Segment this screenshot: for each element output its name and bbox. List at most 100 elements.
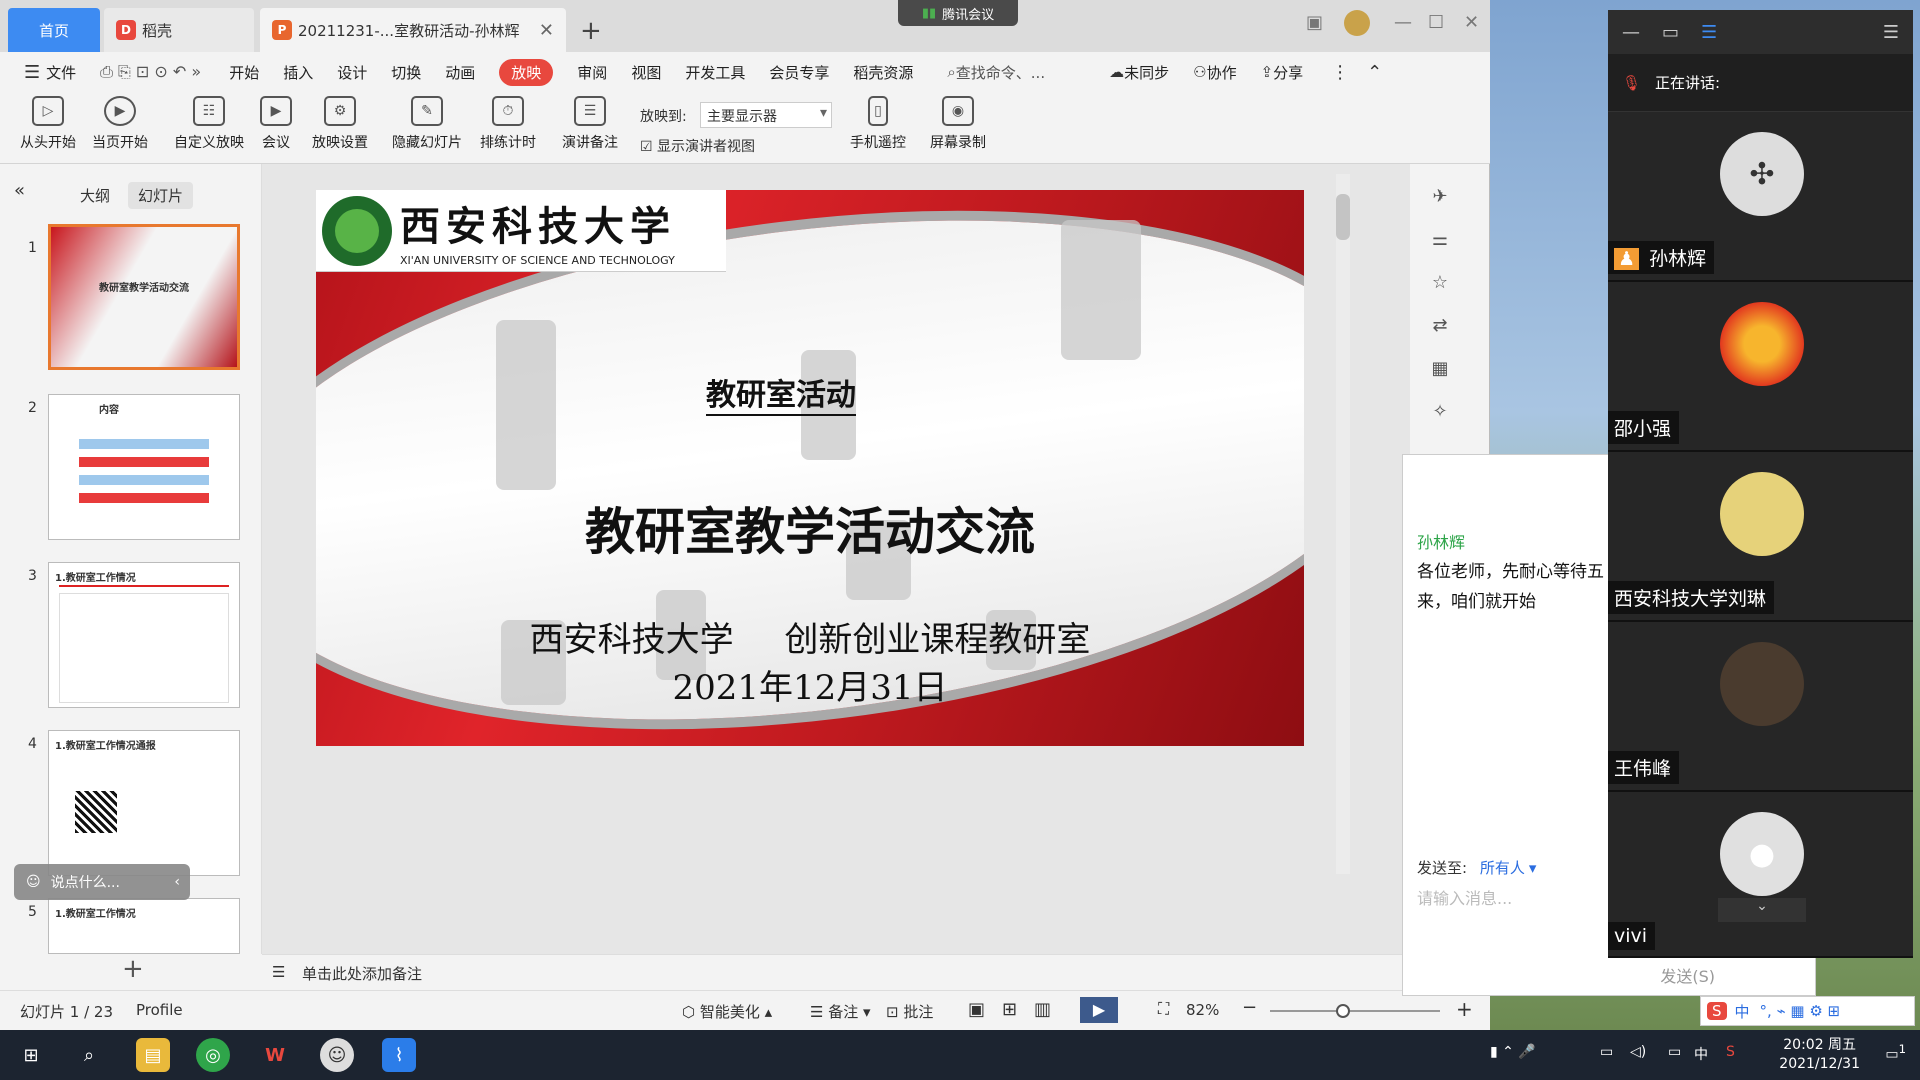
file-explorer-icon[interactable]: ▤ (136, 1038, 170, 1072)
image-icon[interactable]: ▦ (1410, 358, 1470, 379)
hamburger-icon[interactable]: ☰ (24, 62, 40, 83)
show-settings-button[interactable]: ⚙ 放映设置 (312, 96, 368, 152)
chat-input[interactable]: 请输入消息... (1417, 885, 1512, 909)
menu-icon[interactable]: ☰ (1883, 22, 1899, 43)
menu-animation[interactable]: 动画 (445, 62, 475, 83)
menu-design[interactable]: 设计 (337, 62, 367, 83)
menu-start[interactable]: 开始 (229, 62, 259, 83)
ime-toolbar[interactable]: S 中 °, ⌁ ▦ ⚙ ⊞ (1700, 996, 1915, 1026)
thumbnail-slide-2[interactable]: 内容 (48, 394, 240, 540)
star-icon[interactable]: ☆ (1410, 272, 1470, 293)
volume-icon[interactable]: ◁) (1630, 1044, 1646, 1060)
thumbnail-slide-3[interactable]: 1.教研室工作情况 (48, 562, 240, 708)
tab-home[interactable]: 首页 (8, 8, 100, 52)
close-tab-icon[interactable]: ✕ (539, 20, 554, 41)
window-icon[interactable]: ▭ (1662, 22, 1679, 43)
fit-window-icon[interactable]: ⛶ (1158, 999, 1169, 1019)
profile-label[interactable]: Profile (136, 1001, 183, 1019)
meeting-button[interactable]: ▶ 会议 (260, 96, 292, 152)
rocket-icon[interactable]: ✈ (1410, 186, 1470, 207)
menu-view[interactable]: 视图 (631, 62, 661, 83)
compass-icon[interactable]: ✧ (1410, 401, 1470, 422)
tab-outline[interactable]: 大纲 (80, 185, 110, 206)
notes-bar[interactable]: ☰ 单击此处添加备注 (262, 954, 1410, 990)
scroll-down-icon[interactable]: ⌄ (1718, 898, 1806, 922)
share-button[interactable]: 分享 (1273, 62, 1303, 83)
vertical-scrollbar[interactable] (1336, 174, 1350, 874)
thumbnail-slide-1[interactable]: 教研室教学活动交流 (48, 224, 240, 370)
screen-record-button[interactable]: ◉ 屏幕录制 (930, 96, 986, 152)
display-select[interactable]: 主要显示器 (700, 102, 832, 128)
speaker-notes-button[interactable]: ☰ 演讲备注 (562, 96, 618, 152)
menu-daoke-resources[interactable]: 稻壳资源 (853, 62, 913, 83)
transition-icon[interactable]: ⇄ (1410, 315, 1470, 336)
tab-document[interactable]: P 20211231-...室教研活动-孙林辉 ✕ (260, 8, 566, 52)
windows-start-icon[interactable]: ⊞ (14, 1038, 48, 1072)
custom-show-button[interactable]: ☷ 自定义放映 (174, 96, 244, 152)
menu-slideshow[interactable]: 放映 (499, 58, 554, 86)
from-beginning-button[interactable]: ▷ 从头开始 (20, 96, 76, 152)
send-to-select[interactable]: 所有人 (1480, 859, 1525, 877)
maximize-icon[interactable]: ☐ (1428, 12, 1444, 33)
tencent-meeting-icon[interactable]: ⌇ (382, 1038, 416, 1072)
send-button[interactable]: 发送(S) (1660, 963, 1715, 987)
ime-mode[interactable]: 中 (1735, 1001, 1750, 1022)
danmaku-input[interactable]: ☺ 说点什么... ‹ (14, 864, 190, 900)
presenter-view-checkbox[interactable]: ☑ 显示演讲者视图 (640, 136, 755, 156)
menu-member[interactable]: 会员专享 (769, 62, 829, 83)
collapse-icon[interactable]: ‹ (174, 874, 180, 890)
sliders-icon[interactable]: ⚌ (1410, 229, 1470, 250)
normal-view-icon[interactable]: ▣ (968, 999, 985, 1020)
from-current-button[interactable]: ▶ 当页开始 (92, 96, 148, 152)
participant-card[interactable]: 西安科技大学刘琳 (1608, 452, 1913, 622)
notes-toggle[interactable]: ☰ 备注 ▾ (810, 1001, 871, 1022)
scrollbar-thumb[interactable] (1336, 194, 1350, 240)
current-slide[interactable]: 西安科技大学 XI'AN UNIVERSITY OF SCIENCE AND T… (316, 190, 1304, 746)
participant-card[interactable]: ✣ ♟ 孙林辉 (1608, 112, 1913, 282)
menu-review[interactable]: 审阅 (577, 62, 607, 83)
more-icon[interactable]: ⋮ (1331, 62, 1349, 83)
qq-icon[interactable]: ☺ (320, 1038, 354, 1072)
zoom-slider[interactable] (1270, 1004, 1440, 1018)
browser-icon[interactable]: ◎ (196, 1038, 230, 1072)
close-window-icon[interactable]: ✕ (1464, 12, 1479, 33)
thumbnail-slide-5[interactable]: 1.教研室工作情况 (48, 898, 240, 954)
comments-button[interactable]: ⊡ 批注 (886, 1001, 933, 1022)
user-avatar[interactable] (1344, 10, 1370, 36)
collapse-panel-icon[interactable]: « (14, 180, 25, 201)
list-view-icon[interactable]: ☰ (1701, 22, 1717, 43)
collapse-ribbon-icon[interactable]: ⌃ (1367, 62, 1382, 83)
zoom-level[interactable]: 82% (1186, 1001, 1219, 1019)
tab-slides[interactable]: 幻灯片 (128, 182, 194, 209)
collab-button[interactable]: 协作 (1207, 62, 1237, 83)
minimize-icon[interactable]: — (1622, 22, 1640, 43)
play-slideshow-button[interactable]: ▶ (1080, 997, 1118, 1023)
menu-insert[interactable]: 插入 (283, 62, 313, 83)
rehearse-button[interactable]: ⏱ 排练计时 (480, 96, 536, 152)
system-clock[interactable]: 20:02 周五 2021/12/31 (1779, 1036, 1860, 1074)
sogou-icon[interactable]: S (1726, 1044, 1735, 1060)
participant-card[interactable]: 邵小强 (1608, 282, 1913, 452)
tab-daoke[interactable]: D 稻壳 (104, 8, 254, 52)
menu-transition[interactable]: 切换 (391, 62, 421, 83)
menu-devtools[interactable]: 开发工具 (685, 62, 745, 83)
network-icon[interactable]: ▭ (1668, 1044, 1681, 1060)
dropdown-icon[interactable]: ▾ (1529, 859, 1537, 877)
add-slide-button[interactable]: + (122, 954, 144, 984)
quick-access-icons[interactable]: ⎙ ⎘ ⊡ ⊙ ↶ » (100, 62, 201, 82)
ime-indicator[interactable]: 中 (1694, 1044, 1708, 1064)
sorter-view-icon[interactable]: ⊞ (1002, 999, 1017, 1020)
minimize-icon[interactable]: — (1394, 12, 1412, 33)
unsynced-button[interactable]: 未同步 (1124, 62, 1169, 83)
window-layout-icon[interactable]: ▣ (1306, 12, 1323, 33)
thumbnail-slide-4[interactable]: 1.教研室工作情况通报 (48, 730, 240, 876)
tray-icons[interactable]: ▮ ⌃ 🎤 (1490, 1044, 1536, 1060)
zoom-in-button[interactable]: + (1456, 997, 1473, 1021)
beautify-button[interactable]: ⬡ 智能美化 ▴ (682, 1001, 772, 1022)
zoom-out-button[interactable]: − (1242, 997, 1257, 1018)
command-search[interactable]: 查找命令、... (956, 62, 1045, 83)
phone-remote-button[interactable]: ▯ 手机遥控 (850, 96, 906, 152)
tencent-meeting-pill[interactable]: ▮▮ 腾讯会议 (898, 0, 1018, 26)
wps-icon[interactable]: W (258, 1038, 292, 1072)
reading-view-icon[interactable]: ▥ (1034, 999, 1051, 1020)
